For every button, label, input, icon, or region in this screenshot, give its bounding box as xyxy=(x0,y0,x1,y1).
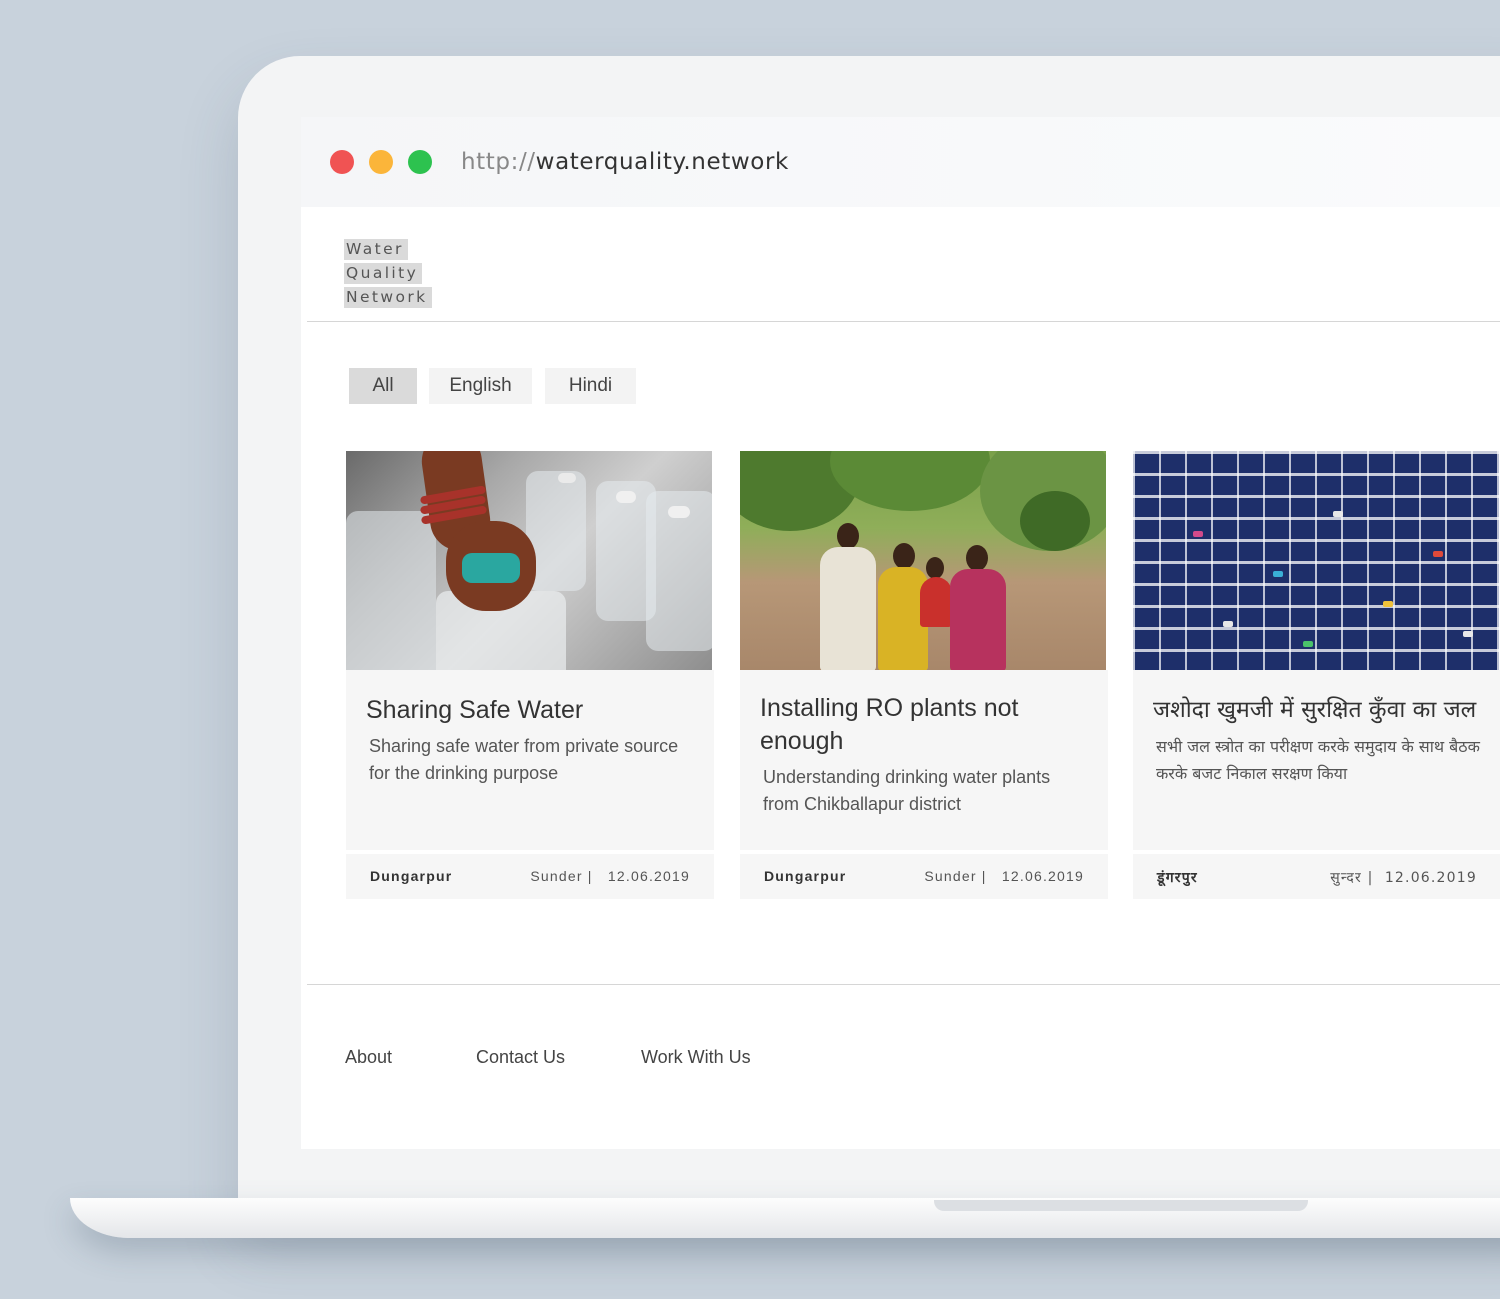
header-divider xyxy=(307,321,1500,322)
card-image-sample-panel[interactable] xyxy=(1133,451,1499,670)
card-title[interactable]: जशोदा खुमजी में सुरक्षित कुँवा का जल xyxy=(1153,694,1481,727)
story-card[interactable]: जशोदा खुमजी में सुरक्षित कुँवा का जल सभी… xyxy=(1133,451,1500,899)
card-body: जशोदा खुमजी में सुरक्षित कुँवा का जल सभी… xyxy=(1133,670,1500,850)
card-body: Sharing Safe Water Sharing safe water fr… xyxy=(346,670,714,850)
card-body: Installing RO plants not enough Understa… xyxy=(740,670,1108,850)
footer-link-work[interactable]: Work With Us xyxy=(641,1047,751,1068)
card-meta: Dungarpur Sunder | 12.06.2019 xyxy=(346,854,714,899)
minimize-window-button[interactable] xyxy=(369,150,393,174)
browser-toolbar: http://waterquality.network xyxy=(301,117,1500,207)
card-description: सभी जल स्त्रोत का परीक्षण करके समुदाय के… xyxy=(1156,737,1480,783)
close-window-button[interactable] xyxy=(330,150,354,174)
card-byline: Sunder | 12.06.2019 xyxy=(530,868,690,884)
filter-all-button[interactable]: All xyxy=(349,368,417,404)
card-description: Understanding drinking water plants from… xyxy=(763,767,1051,814)
card-author: Sunder | xyxy=(924,868,987,884)
mockup-scene: http://waterquality.network Water Qualit… xyxy=(0,0,1500,1299)
card-image-water-bottles[interactable] xyxy=(346,451,712,670)
card-date: 12.06.2019 xyxy=(1001,868,1084,884)
card-title[interactable]: Installing RO plants not enough xyxy=(760,692,1088,758)
maximize-window-button[interactable] xyxy=(408,150,432,174)
card-meta: डूंगरपुर सुन्दर | 12.06.2019 xyxy=(1133,854,1500,899)
url-protocol: http:// xyxy=(461,149,536,175)
card-date: 12.06.2019 xyxy=(607,868,690,884)
card-title[interactable]: Sharing Safe Water xyxy=(366,694,694,727)
footer-link-contact[interactable]: Contact Us xyxy=(476,1047,565,1068)
card-date: 12.06.2019 xyxy=(1384,870,1477,886)
card-location: डूंगरपुर xyxy=(1157,870,1198,886)
logo-line-network: Network xyxy=(344,287,432,308)
site-logo[interactable]: Water Quality Network xyxy=(344,239,432,311)
address-bar[interactable]: http://waterquality.network xyxy=(461,149,789,175)
card-location: Dungarpur xyxy=(764,868,847,884)
filter-english-button[interactable]: English xyxy=(429,368,532,404)
logo-line-quality: Quality xyxy=(344,263,423,284)
card-byline: Sunder | 12.06.2019 xyxy=(924,868,1084,884)
story-card[interactable]: Installing RO plants not enough Understa… xyxy=(740,451,1108,899)
browser-window: http://waterquality.network Water Qualit… xyxy=(301,117,1500,1149)
card-byline: सुन्दर | 12.06.2019 xyxy=(1330,868,1477,887)
footer-divider xyxy=(307,984,1500,985)
card-location: Dungarpur xyxy=(370,868,453,884)
url-host: waterquality.network xyxy=(535,149,789,175)
footer-link-about[interactable]: About xyxy=(345,1047,392,1068)
story-card[interactable]: Sharing Safe Water Sharing safe water fr… xyxy=(346,451,714,899)
card-description: Sharing safe water from private source f… xyxy=(369,736,679,783)
filter-hindi-button[interactable]: Hindi xyxy=(545,368,636,404)
laptop-notch xyxy=(934,1200,1308,1211)
card-image-village-women[interactable] xyxy=(740,451,1106,670)
card-meta: Dungarpur Sunder | 12.06.2019 xyxy=(740,854,1108,899)
card-author: Sunder | xyxy=(530,868,593,884)
logo-line-water: Water xyxy=(344,239,408,260)
card-author: सुन्दर | xyxy=(1330,870,1374,886)
